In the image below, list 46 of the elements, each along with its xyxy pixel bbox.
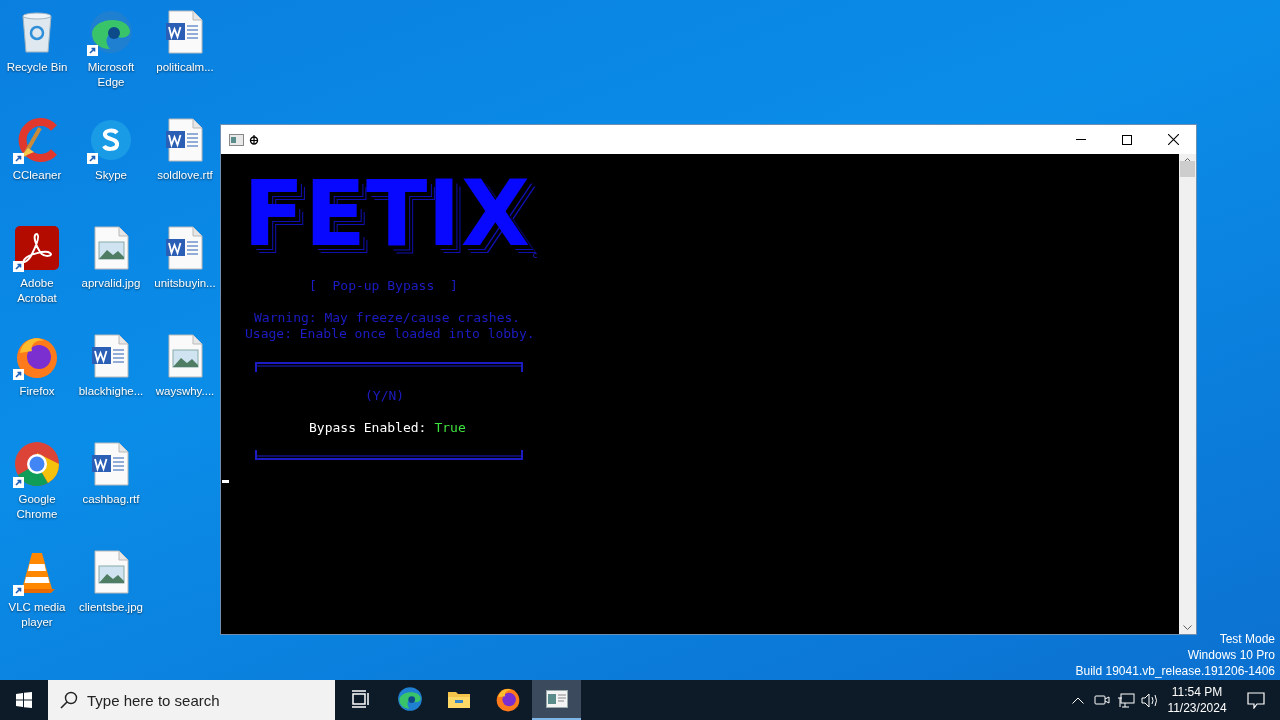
- system-notice-text: Build 19041.vb_release.191206-1406: [1075, 663, 1275, 679]
- maximize-icon: [1122, 134, 1132, 145]
- notification-icon: [1247, 691, 1265, 709]
- status-label: Bypass Enabled:: [309, 420, 427, 436]
- scroll-thumb[interactable]: [1180, 161, 1195, 177]
- image-file-icon: [91, 550, 131, 594]
- system-notice-text: Windows 10 Pro: [1187, 647, 1275, 663]
- taskbar-app[interactable]: [532, 680, 581, 720]
- prompt-text: (Y/N): [365, 388, 405, 403]
- console-note: Usage: Enable once loaded into lobby.: [245, 326, 536, 342]
- edge-icon: [88, 9, 134, 55]
- word-document-icon: [165, 10, 205, 54]
- word-document-icon: [91, 334, 131, 378]
- skype-icon: [88, 117, 134, 163]
- word-document-icon: [165, 118, 205, 162]
- console-note: Warning: May freeze/cause crashes.: [253, 310, 522, 326]
- acrobat-icon: [14, 226, 60, 270]
- console-window-icon: [545, 690, 568, 708]
- folder-icon: [446, 689, 471, 709]
- clock[interactable]: 11:54 PM 11/23/2024: [1162, 680, 1232, 720]
- firefox-icon: [494, 686, 521, 712]
- edge-icon: [396, 686, 423, 712]
- task-view-icon: [350, 690, 371, 708]
- subtitle-text: [ Pop-up Bypass ]: [309, 278, 458, 293]
- network-icon: [1117, 692, 1135, 708]
- camera-icon: [1094, 693, 1110, 707]
- scroll-down-icon: [1183, 625, 1192, 630]
- volume-icon: [1141, 692, 1159, 708]
- windows-logo-icon: [16, 692, 32, 708]
- word-document-icon: [165, 226, 205, 270]
- word-document-icon: [91, 442, 131, 486]
- search-field[interactable]: Type here to search: [48, 680, 335, 720]
- text-cursor: [222, 480, 229, 483]
- logo-mark: c: [532, 250, 538, 260]
- minimize-icon: [1076, 139, 1086, 140]
- close-icon: [1167, 134, 1179, 145]
- status-value: True: [434, 420, 466, 436]
- image-file-icon: [91, 226, 131, 270]
- chrome-icon: [13, 440, 61, 488]
- image-file-icon: [165, 334, 205, 378]
- chevron-up-icon: [1072, 696, 1084, 704]
- console-app-icon: [229, 133, 244, 146]
- search-icon: [60, 691, 78, 709]
- ascii-logo: FETIX: [243, 168, 531, 260]
- scrollbar[interactable]: [1179, 154, 1196, 634]
- system-notice-text: Test Mode: [1219, 631, 1275, 647]
